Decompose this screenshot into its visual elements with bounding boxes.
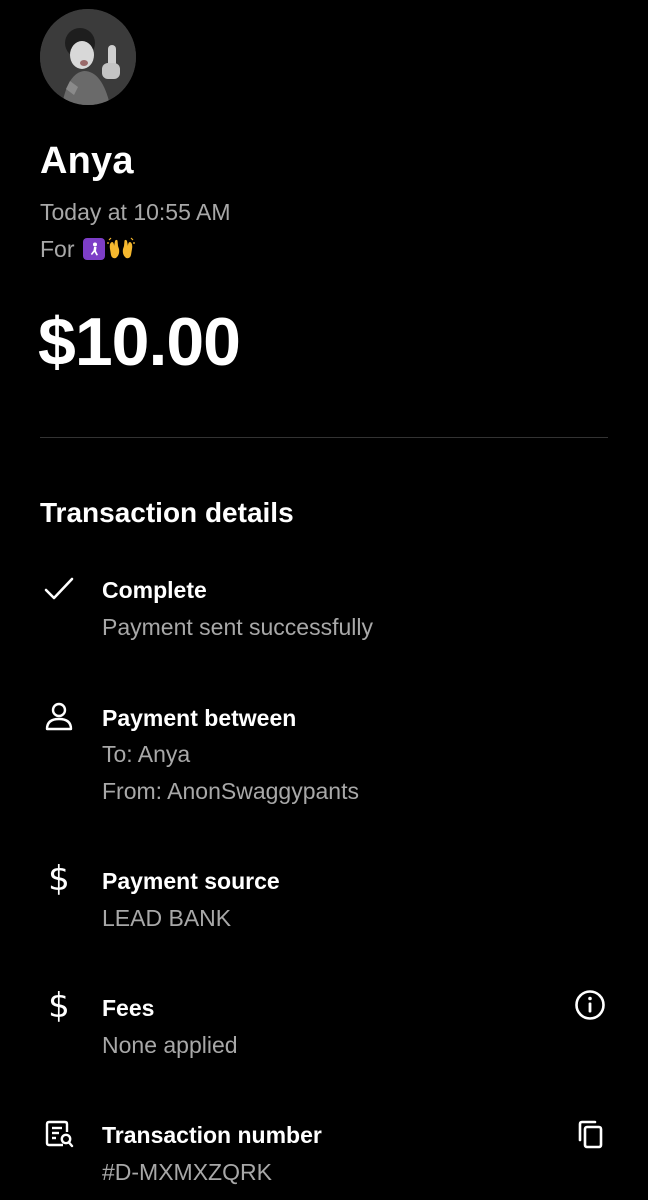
note-prefix: For xyxy=(40,236,75,262)
payment-amount: $10.00 xyxy=(38,304,241,380)
transaction-number-title: Transaction number xyxy=(102,1122,322,1148)
avatar[interactable] xyxy=(40,9,136,105)
status-title: Complete xyxy=(102,577,207,603)
emoji-tile-icon xyxy=(82,238,105,260)
checkmark-icon xyxy=(40,570,78,608)
raising-hands-emoji xyxy=(106,237,135,261)
fees-title: Fees xyxy=(102,995,155,1021)
payment-between-title: Payment between xyxy=(102,705,297,731)
info-icon[interactable] xyxy=(570,985,610,1025)
transaction-number-value: #D-MXMXZQRK xyxy=(102,1159,272,1185)
payment-to: To: Anya xyxy=(102,741,191,767)
divider xyxy=(40,437,608,438)
payment-from: From: AnonSwaggypants xyxy=(102,778,359,804)
fees-value: None applied xyxy=(102,1032,238,1058)
copy-icon[interactable] xyxy=(570,1114,610,1154)
transaction-timestamp: Today at 10:55 AM xyxy=(40,199,231,225)
receipt-search-icon xyxy=(40,1115,78,1153)
transaction-details-heading: Transaction details xyxy=(40,497,294,528)
avatar-photo xyxy=(40,9,136,105)
note-emojis xyxy=(82,237,135,261)
status-subtitle: Payment sent successfully xyxy=(102,614,374,640)
dollar-icon: $ xyxy=(48,986,70,1026)
payment-source-value: LEAD BANK xyxy=(102,905,232,931)
dollar-icon: $ xyxy=(48,859,70,899)
payment-note: For xyxy=(40,234,135,264)
payment-source-title: Payment source xyxy=(102,868,280,894)
recipient-name: Anya xyxy=(40,140,134,182)
person-icon xyxy=(40,697,78,735)
